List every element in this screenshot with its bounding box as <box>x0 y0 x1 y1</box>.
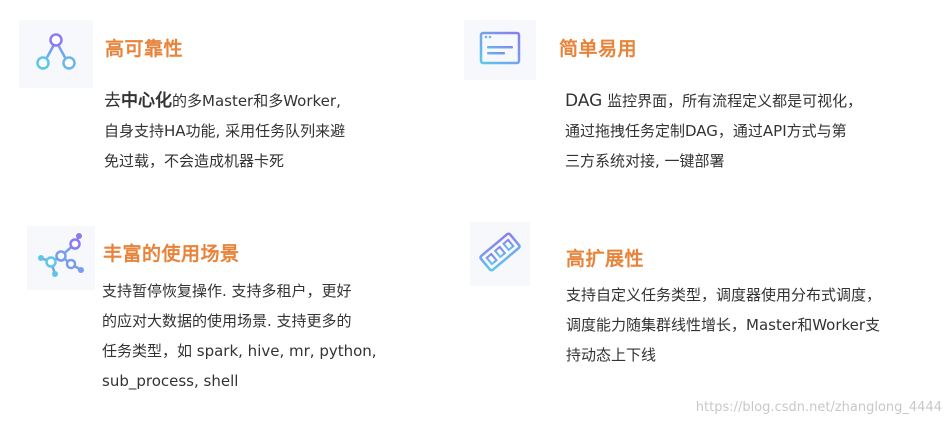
description-line: 支持暂停恢复操作. 支持多租户，更好 <box>102 282 352 300</box>
description-line: 通过拖拽任务定制DAG，通过API方式与第 <box>565 122 847 140</box>
description-line: DAG 监控界面，所有流程定义都是可视化， <box>565 86 862 116</box>
description-line: 去中心化的多Master和多Worker, <box>104 86 345 116</box>
icon-tile <box>27 226 95 290</box>
description-line: 支持自定义任务类型，调度器使用分布式调度， <box>566 286 882 304</box>
description-line: 持动态上下线 <box>566 346 657 364</box>
feature-description: DAG 监控界面，所有流程定义都是可视化， 通过拖拽任务定制DAG，通过API方… <box>565 86 862 176</box>
text-prefix: DAG <box>565 91 603 111</box>
icon-tile <box>470 222 530 286</box>
description-line: sub_process, shell <box>102 372 239 390</box>
watermark: https://blog.csdn.net/zhanglong_4444 <box>695 400 942 415</box>
feature-title: 简单易用 <box>559 38 638 60</box>
molecule-nodes-icon <box>35 230 87 286</box>
feature-description: 支持自定义任务类型，调度器使用分布式调度， 调度能力随集群线性增长，Master… <box>566 280 881 370</box>
icon-tile <box>19 20 93 88</box>
feature-title: 丰富的使用场景 <box>103 243 240 265</box>
text-emphasis: 中心化 <box>121 91 172 111</box>
description-line: 免过载，不会造成机器卡死 <box>104 152 285 170</box>
text-suffix: 的多Master和多Worker, <box>172 92 341 110</box>
description-line: 调度能力随集群线性增长，Master和Worker支 <box>566 316 881 334</box>
icon-tile <box>464 20 536 80</box>
description-line: 的应对大数据的使用场景. 支持更多的 <box>102 312 352 330</box>
feature-description: 去中心化的多Master和多Worker, 自身支持HA功能, 采用任务队列来避… <box>104 86 345 176</box>
browser-window-icon <box>479 31 521 69</box>
description-line: 任务类型，如 spark, hive, mr, python, <box>102 342 377 360</box>
feature-description: 支持暂停恢复操作. 支持多租户，更好 的应对大数据的使用场景. 支持更多的 任务… <box>102 276 377 396</box>
text-suffix: 监控界面，所有流程定义都是可视化， <box>602 92 863 110</box>
network-triangle-icon <box>33 29 79 79</box>
text-prefix: 去 <box>104 91 121 111</box>
description-line: 自身支持HA功能, 采用任务队列来避 <box>104 122 346 140</box>
description-line: 三方系统对接, 一键部署 <box>565 152 725 170</box>
feature-title: 高可靠性 <box>105 38 184 60</box>
memory-card-icon <box>475 227 525 281</box>
feature-title: 高扩展性 <box>566 248 645 270</box>
